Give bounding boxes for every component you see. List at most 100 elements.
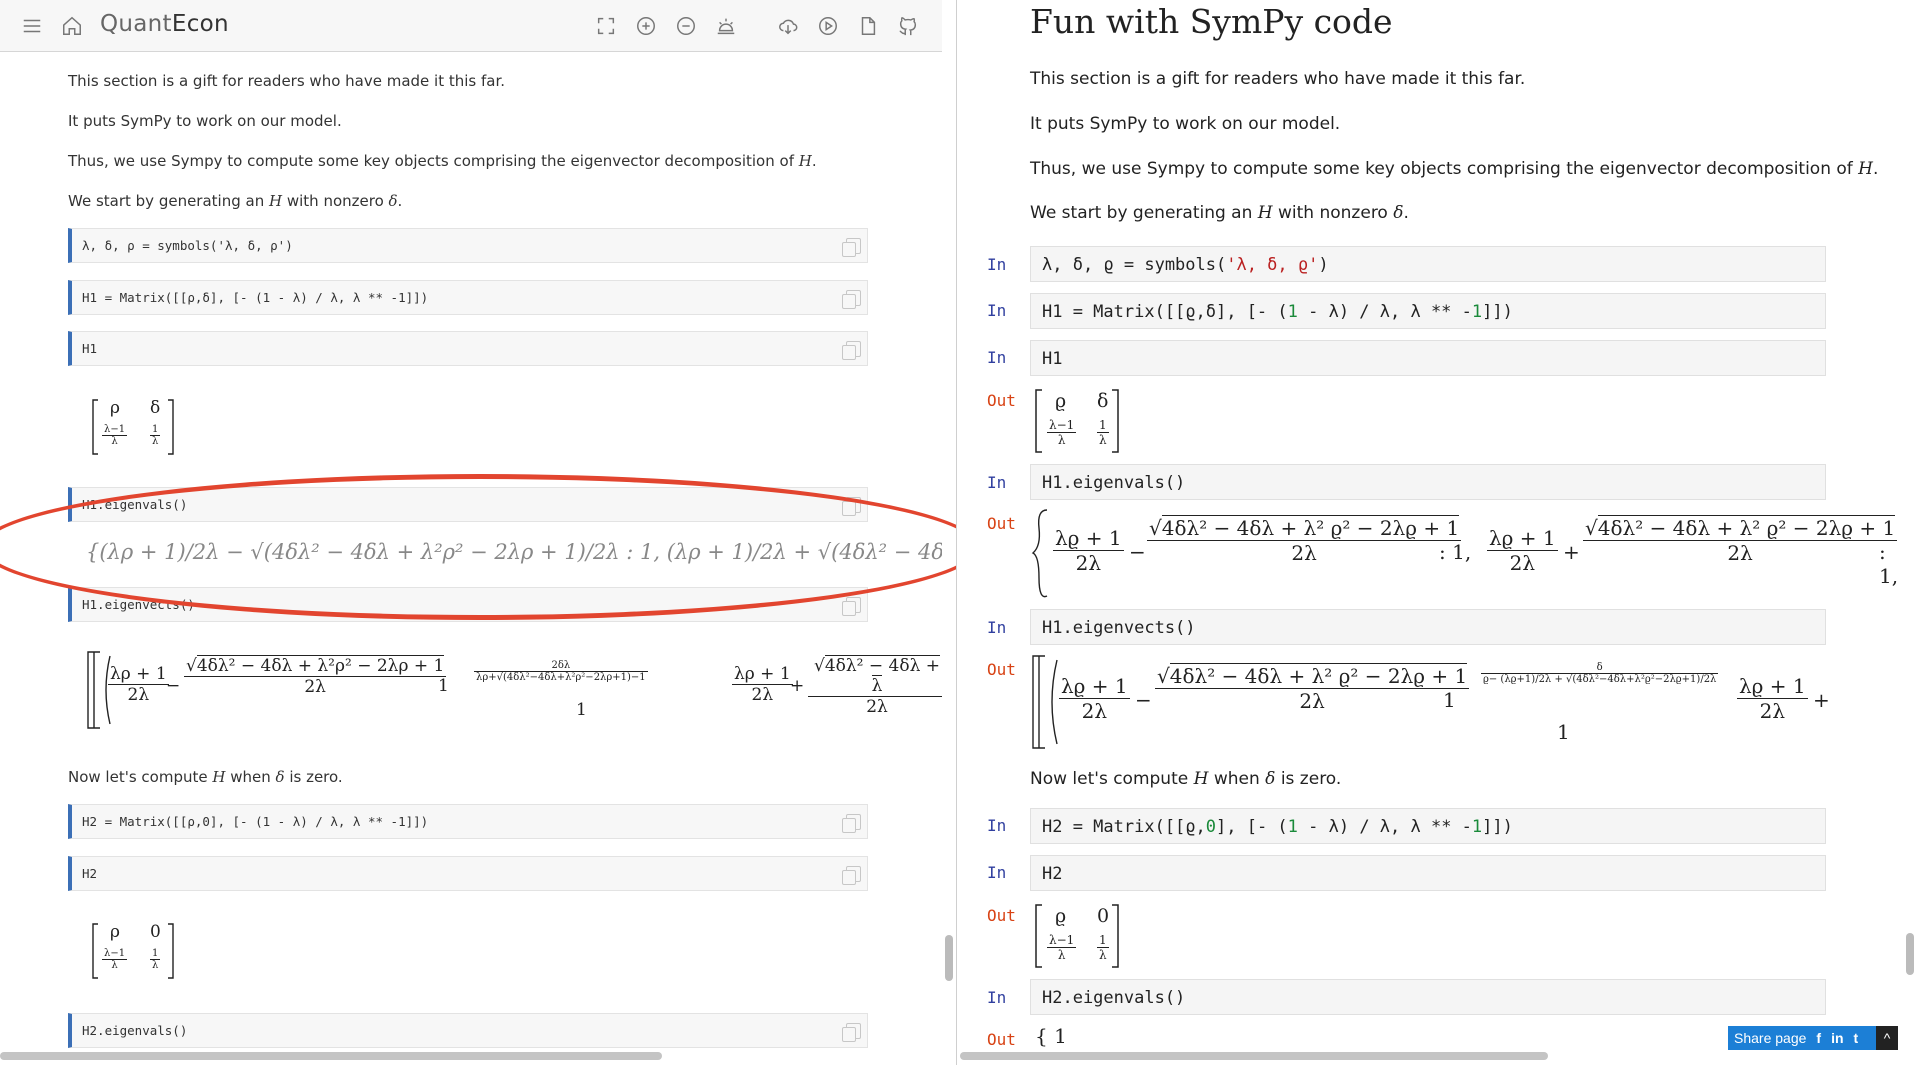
zoom-in-icon[interactable] (632, 12, 660, 40)
code-cell-h1-matrix[interactable]: H1 = Matrix([[ϱ,δ], [- (1 - λ) / λ, λ **… (1030, 293, 1826, 329)
menu-icon[interactable] (18, 12, 46, 40)
copy-icon[interactable] (842, 497, 861, 516)
code-cell-h2-eigenvals[interactable]: H2.eigenvals() (68, 1013, 868, 1048)
copy-icon[interactable] (842, 597, 861, 616)
eig-fraction-1: λϱ + 1 2λ (1059, 674, 1130, 723)
multiplicity: : 1, (1439, 540, 1472, 564)
in-prompt: In (987, 473, 1007, 492)
in-prompt: In (987, 618, 1007, 637)
intro-paragraph: This section is a gift for readers who h… (1030, 69, 1526, 89)
github-icon[interactable] (894, 12, 922, 40)
decomposition-paragraph: Thus, we use Sympy to compute some key o… (1030, 159, 1879, 179)
in-prompt: In (987, 348, 1007, 367)
generate-paragraph: We start by generating an H with nonzero… (1030, 203, 1409, 223)
matrix-cell-frac: λ−1 λ (102, 424, 128, 447)
eig-sqrt-fraction-2: √4δλ² − 4δλ + λ² ϱ² − 2λϱ + 1 2λ (1583, 515, 1898, 565)
vertical-scrollbar[interactable] (945, 935, 953, 981)
copy-icon[interactable] (842, 238, 861, 257)
copy-icon[interactable] (842, 814, 861, 833)
section-title: Fun with SymPy code (1030, 2, 1393, 41)
in-prompt: In (987, 255, 1007, 274)
generate-paragraph: We start by generating an H with nonzero… (68, 192, 403, 210)
code-cell-h1-eigenvals[interactable]: H1.eigenvals() (1030, 464, 1826, 500)
code-cell-h2[interactable]: H2 (68, 856, 868, 891)
sympy-paragraph: It puts SymPy to work on our model. (68, 112, 342, 130)
eigenvects-output: λϱ + 1 2λ − √4δλ² − 4δλ + λ² ϱ² − 2λϱ + 1… (1031, 654, 1916, 750)
facebook-icon[interactable]: f (1816, 1030, 1821, 1046)
copy-icon[interactable] (842, 1023, 861, 1042)
linkedin-icon[interactable]: in (1831, 1030, 1843, 1046)
vertical-scrollbar[interactable] (1906, 933, 1914, 975)
copy-icon[interactable] (842, 341, 861, 360)
plus-sign: + (1813, 688, 1830, 712)
in-prompt: In (987, 988, 1007, 1007)
home-icon[interactable] (58, 12, 86, 40)
in-prompt: In (987, 863, 1007, 882)
code-cell-h2[interactable]: H2 (1030, 855, 1826, 891)
eigvec-entry-one: 1 (1557, 720, 1570, 744)
matrix-cell-rho: ρ (110, 922, 120, 942)
copy-icon[interactable] (842, 290, 861, 309)
eigvec-entry-one: 1 (576, 700, 587, 720)
share-page-label: Share page (1734, 1030, 1807, 1046)
plus-sign: + (1563, 540, 1580, 564)
eig-sqrt-fraction-1: √4δλ² − 4δλ + λ²ρ² − 2λρ + 1 2λ (184, 655, 447, 697)
out-prompt: Out (987, 906, 1016, 925)
copy-icon[interactable] (842, 866, 861, 885)
brand-logo[interactable]: QuantEcon (100, 11, 229, 37)
eig-fraction-2: λϱ + 1 2λ (1737, 674, 1808, 723)
eig-fraction-1: λρ + 1 2λ (108, 664, 169, 705)
h2-matrix-output: ϱ 0 λ−1 λ 1λ (1035, 903, 1119, 974)
code-cell-h1-eigenvects[interactable]: H1.eigenvects() (68, 587, 868, 622)
matrix-cell-zero: 0 (150, 922, 161, 942)
scroll-to-top-button[interactable]: ^ (1876, 1026, 1898, 1050)
twitter-icon[interactable]: t (1854, 1030, 1859, 1046)
out-prompt: Out (987, 514, 1016, 533)
download-icon[interactable] (774, 12, 802, 40)
horizontal-scrollbar[interactable] (0, 1052, 662, 1060)
code-cell-symbols[interactable]: λ, δ, ρ = symbols('λ, δ, ρ') (68, 228, 868, 263)
eig-sqrt-fraction-2: √4δλ² − 4δλ + λ 2λ (808, 655, 942, 717)
horizontal-scrollbar[interactable] (960, 1052, 1548, 1060)
matrix-cell-frac: λ−1 λ (1047, 418, 1077, 447)
eig-sqrt-fraction-1: √4δλ² − 4δλ + λ² ϱ² − 2λϱ + 1 2λ (1147, 515, 1462, 565)
code-cell-h1-eigenvects[interactable]: H1.eigenvects() (1030, 609, 1826, 645)
fullscreen-icon[interactable] (592, 12, 620, 40)
out-prompt: Out (987, 1030, 1016, 1049)
matrix-cell-frac: λ−1 λ (102, 948, 128, 971)
h1-matrix-output: ϱ δ λ−1 λ 1λ (1035, 388, 1119, 459)
delta-zero-paragraph: Now let's compute H when δ is zero. (1030, 769, 1342, 789)
h1-matrix-output: ρ δ λ−1 λ 1λ (92, 398, 174, 461)
pdf-icon[interactable] (854, 12, 882, 40)
code-cell-h2-matrix[interactable]: H2 = Matrix([[ϱ,0], [- (1 - λ) / λ, λ **… (1030, 808, 1826, 844)
matrix-cell-rho: ρ (110, 398, 120, 418)
code-cell-h1-matrix[interactable]: H1 = Matrix([[ρ,δ], [- (1 - λ) / λ, λ **… (68, 280, 868, 315)
code-cell-h1[interactable]: H1 (68, 331, 868, 366)
matrix-cell-rho: ϱ (1055, 905, 1067, 927)
eig-fraction-2: λρ + 1 2λ (732, 664, 793, 705)
minus-sign: − (1129, 540, 1146, 564)
multiplicity: 1 (438, 676, 449, 696)
code-cell-h1[interactable]: H1 (1030, 340, 1826, 376)
in-prompt: In (987, 816, 1007, 835)
multiplicity: : 1, (1879, 540, 1899, 588)
zoom-out-icon[interactable] (672, 12, 700, 40)
matrix-cell-inverse: 1λ (1097, 418, 1109, 447)
out-prompt: Out (987, 660, 1016, 679)
matrix-cell-inverse: 1λ (1097, 933, 1109, 962)
contrast-icon[interactable] (712, 12, 740, 40)
set-brace-left (1031, 509, 1048, 598)
eigvec-entry: δ ϱ− (λϱ+1)/2λ + √(4δλ²−4δλ+λ²ϱ²−2λϱ+1)/2… (1481, 662, 1719, 685)
plus-sign: + (790, 676, 805, 696)
eigvec-entry: 2δλ λρ+√(4δλ²−4δλ+λ²ρ²−2λρ+1)−1 (474, 660, 648, 683)
code-cell-h2-matrix[interactable]: H2 = Matrix([[ρ,0], [- (1 - λ) / λ, λ **… (68, 804, 868, 839)
code-cell-h1-eigenvals[interactable]: H1.eigenvals() (68, 487, 868, 522)
matrix-cell-frac: λ−1 λ (1047, 933, 1077, 962)
code-cell-h2-eigenvals[interactable]: H2.eigenvals() (1030, 979, 1826, 1015)
eig-fraction-2: λϱ + 1 2λ (1487, 526, 1558, 575)
in-prompt: In (987, 301, 1007, 320)
decomposition-paragraph: Thus, we use Sympy to compute some key o… (68, 152, 817, 170)
sympy-paragraph: It puts SymPy to work on our model. (1030, 114, 1341, 134)
play-icon[interactable] (814, 12, 842, 40)
code-cell-symbols[interactable]: λ, δ, ϱ = symbols('λ, δ, ϱ') (1030, 246, 1826, 282)
